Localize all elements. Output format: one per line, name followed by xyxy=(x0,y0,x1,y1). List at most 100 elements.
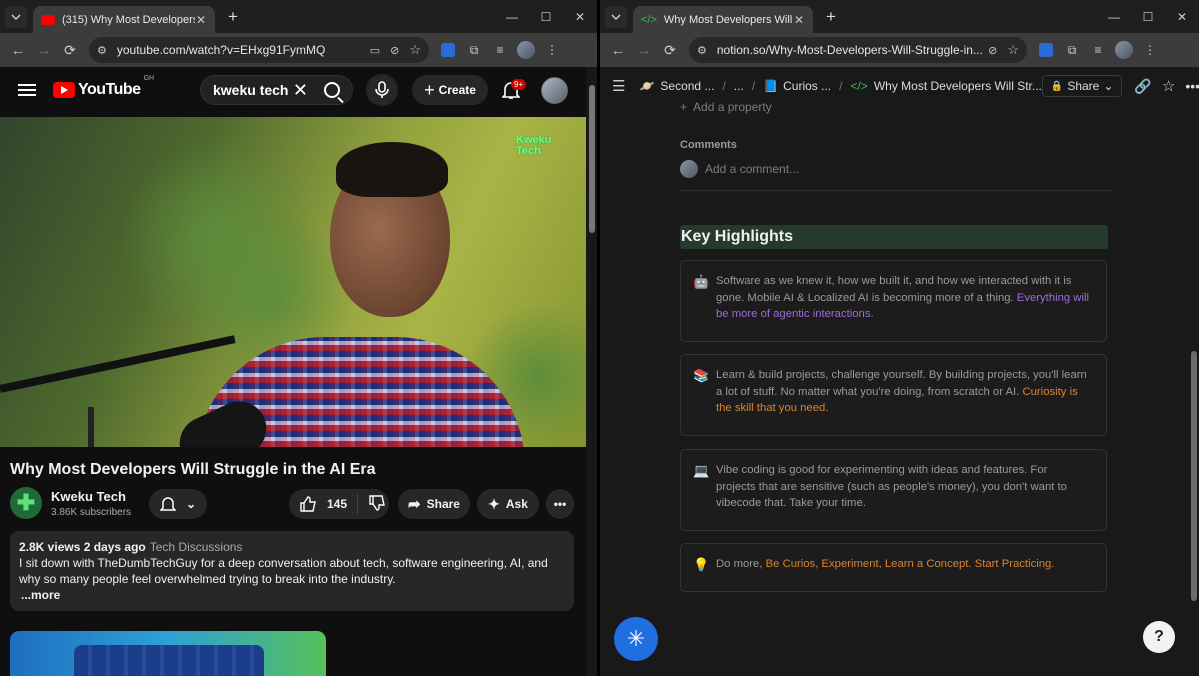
callout-block[interactable]: 🤖 Software as we knew it, how we built i… xyxy=(680,260,1107,342)
stack-icon: 📚 xyxy=(693,368,710,383)
tab-youtube[interactable]: (315) Why Most Developers Will Struggle … xyxy=(33,6,215,33)
chevron-down-icon: ⌄ xyxy=(1103,79,1114,93)
page-scrollbar[interactable] xyxy=(1189,105,1199,676)
share-button[interactable]: ➦ Share xyxy=(398,489,470,519)
reload-button[interactable]: ⟳ xyxy=(57,37,83,63)
voice-search-mic-icon[interactable] xyxy=(366,74,398,106)
search-input[interactable]: kweku tech xyxy=(213,82,293,98)
subscription-bell-button[interactable]: ⌄ xyxy=(149,489,207,519)
close-window-button[interactable]: ✕ xyxy=(563,0,597,33)
share-button[interactable]: 🔒 Share ⌄ xyxy=(1041,75,1123,97)
site-info-icon[interactable]: ⚙ xyxy=(97,44,107,57)
close-tab-icon[interactable]: ✕ xyxy=(195,13,207,27)
media-control-icon[interactable]: ≡ xyxy=(490,40,510,60)
site-info-icon[interactable]: ⚙ xyxy=(697,44,707,57)
forward-button[interactable]: → xyxy=(31,37,57,63)
bookmark-star-icon[interactable]: ☆ xyxy=(409,42,421,58)
add-property-button[interactable]: + Add a property xyxy=(680,100,772,114)
browser-menu-icon[interactable]: ⋮ xyxy=(1140,40,1160,60)
like-count: 145 xyxy=(327,497,348,511)
eye-off-icon[interactable]: ⊘ xyxy=(390,44,399,57)
page-scrollbar[interactable] xyxy=(586,67,597,676)
new-tab-button[interactable]: + xyxy=(223,7,243,27)
show-more-link[interactable]: ...more xyxy=(21,587,565,603)
video-description[interactable]: 2.8K views 2 days ago Tech Discussions I … xyxy=(10,531,574,611)
ai-assistant-button[interactable]: ✳ xyxy=(614,617,658,661)
minimize-button[interactable]: — xyxy=(495,0,529,33)
thumbs-up-icon xyxy=(300,496,316,512)
channel-name[interactable]: Kweku Tech xyxy=(51,489,131,504)
youtube-header: YouTube GH kweku tech ✕ + Create xyxy=(0,67,586,113)
views-and-date: 2.8K views 2 days ago xyxy=(19,540,146,554)
forward-button[interactable]: → xyxy=(631,37,657,63)
ask-ai-button[interactable]: ✦ Ask xyxy=(477,489,539,519)
like-button[interactable]: 145 xyxy=(299,495,347,513)
region-code: GH xyxy=(143,75,155,82)
bookmark-star-icon[interactable]: ☆ xyxy=(1007,42,1019,58)
more-actions-button[interactable]: ••• xyxy=(546,489,574,519)
reload-button[interactable]: ⟳ xyxy=(657,37,683,63)
minimize-button[interactable]: — xyxy=(1097,0,1131,33)
search-icon[interactable] xyxy=(324,82,340,98)
account-avatar[interactable] xyxy=(541,76,568,104)
extension-icon[interactable] xyxy=(1036,40,1056,60)
share-arrow-icon: ➦ xyxy=(408,496,421,513)
tab-strip: </> Why Most Developers Will Struggle ✕ … xyxy=(600,0,1199,33)
callout-block[interactable]: 📚 Learn & build projects, challenge your… xyxy=(680,354,1107,436)
favorite-star-icon[interactable]: ☆ xyxy=(1162,77,1175,95)
eye-off-icon[interactable]: ⊘ xyxy=(988,44,997,57)
create-button[interactable]: + Create xyxy=(412,75,488,105)
extensions-puzzle-icon[interactable]: ⧉ xyxy=(464,40,484,60)
callout-block[interactable]: 💡 Do more, Be Curios, Experiment, Learn … xyxy=(680,543,1107,592)
profile-icon[interactable] xyxy=(1114,40,1134,60)
recommended-video-thumbnail[interactable] xyxy=(10,631,326,676)
subscriber-count: 3.86K subscribers xyxy=(51,506,132,518)
dislike-button[interactable] xyxy=(368,494,386,515)
lightbulb-icon: 💡 xyxy=(693,557,710,572)
planet-icon: 🪐 xyxy=(639,79,655,93)
extension-icon[interactable] xyxy=(438,40,458,60)
add-comment-input[interactable]: Add a comment... xyxy=(705,162,799,176)
clear-search-icon[interactable]: ✕ xyxy=(293,80,308,101)
media-control-icon[interactable]: ≡ xyxy=(1088,40,1108,60)
more-options-icon[interactable]: ••• xyxy=(1185,78,1199,94)
browser-menu-icon[interactable]: ⋮ xyxy=(542,40,562,60)
youtube-play-icon xyxy=(53,82,75,98)
tab-search-button[interactable] xyxy=(605,5,627,28)
extensions-puzzle-icon[interactable]: ⧉ xyxy=(1062,40,1082,60)
omnibox[interactable]: ⚙ notion.so/Why-Most-Developers-Will-Str… xyxy=(689,37,1027,63)
maximize-button[interactable]: ☐ xyxy=(529,0,563,33)
search-box[interactable]: kweku tech ✕ xyxy=(200,75,353,105)
code-icon: </> xyxy=(850,79,868,93)
breadcrumb-item[interactable]: 🪐 Second ... xyxy=(639,79,714,93)
notion-browser-window: </> Why Most Developers Will Struggle ✕ … xyxy=(600,0,1199,676)
new-tab-button[interactable]: + xyxy=(821,7,841,27)
channel-avatar[interactable]: ✚ xyxy=(10,487,42,519)
hashtag-link[interactable]: Tech Discussions xyxy=(150,540,243,554)
close-window-button[interactable]: ✕ xyxy=(1165,0,1199,33)
back-button[interactable]: ← xyxy=(5,37,31,63)
link-icon[interactable]: 🔗 xyxy=(1134,78,1151,95)
comment-input-row[interactable]: Add a comment... xyxy=(680,160,799,178)
video-player[interactable] xyxy=(0,117,586,447)
ask-label: Ask xyxy=(505,497,528,511)
breadcrumb-current-page[interactable]: </> Why Most Developers Will Str... xyxy=(850,79,1041,93)
breadcrumb-ellipsis[interactable]: ... xyxy=(734,79,744,93)
tab-notion[interactable]: </> Why Most Developers Will Struggle ✕ xyxy=(633,6,813,33)
notion-ai-help-icon[interactable]: ? xyxy=(1143,621,1175,653)
back-button[interactable]: ← xyxy=(605,37,631,63)
youtube-logo[interactable]: YouTube GH xyxy=(53,75,154,99)
sidebar-menu-icon[interactable]: ☰ xyxy=(612,77,625,95)
tab-search-button[interactable] xyxy=(5,5,27,28)
profile-icon[interactable] xyxy=(516,40,536,60)
user-avatar xyxy=(680,160,698,178)
plus-icon: + xyxy=(680,100,688,114)
cast-icon[interactable]: ▭ xyxy=(370,44,380,57)
maximize-button[interactable]: ☐ xyxy=(1131,0,1165,33)
close-tab-icon[interactable]: ✕ xyxy=(793,13,805,27)
callout-block[interactable]: 💻 Vibe coding is good for experimenting … xyxy=(680,449,1107,531)
omnibox[interactable]: ⚙ youtube.com/watch?v=EHxg91FymMQ ▭ ⊘ ☆ xyxy=(89,37,429,63)
sparkle-burst-icon: ✳ xyxy=(626,626,646,651)
hamburger-menu-icon[interactable] xyxy=(18,81,36,99)
breadcrumb-item[interactable]: 📘 Curios ... xyxy=(763,79,831,93)
